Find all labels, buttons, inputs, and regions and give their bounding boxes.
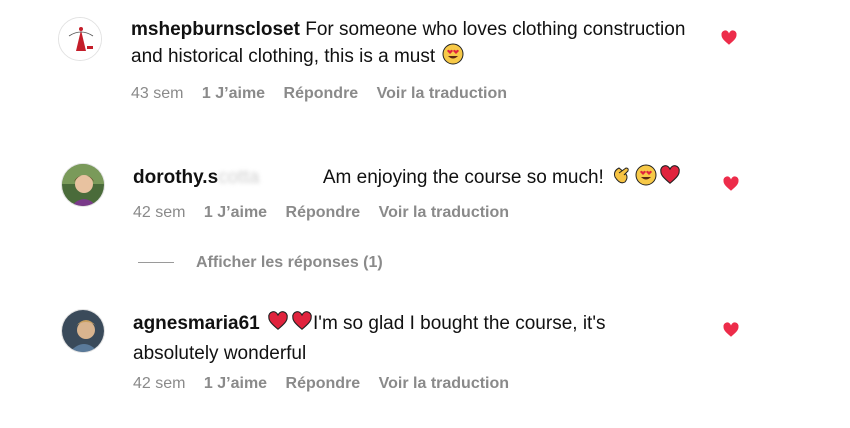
comment-body: mshepburnscloset For someone who loves c… xyxy=(131,16,691,73)
likes-count-button[interactable]: 1 J’aime xyxy=(202,85,265,102)
comment-username[interactable]: agnesmaria61 xyxy=(133,313,260,334)
comment-body: agnesmaria61 I'm so glad I bought the co… xyxy=(133,310,673,367)
comment-body: dorothy.scotta Am enjoying the course so… xyxy=(133,164,713,194)
avatar-logo-image xyxy=(59,18,101,60)
see-translation-button[interactable]: Voir la traduction xyxy=(379,204,509,221)
replies-divider-line xyxy=(138,262,174,264)
red-heart-emoji-icon xyxy=(291,310,313,340)
comment-username[interactable]: dorothy.s xyxy=(133,167,218,188)
avatar[interactable] xyxy=(58,17,102,61)
avatar-photo-image xyxy=(62,164,104,206)
comment-time: 43 sem xyxy=(131,85,184,102)
redacted-text: cotta xyxy=(218,167,260,188)
red-heart-emoji-icon xyxy=(267,310,289,340)
avatar-photo-image xyxy=(62,310,104,352)
heart-icon[interactable] xyxy=(722,321,740,339)
comment-meta: 42 sem 1 J’aime Répondre Voir la traduct… xyxy=(133,204,523,222)
likes-count-button[interactable]: 1 J’aime xyxy=(204,375,267,392)
show-replies-button[interactable]: Afficher les réponses (1) xyxy=(138,254,383,272)
clapping-hands-emoji-icon xyxy=(611,164,633,194)
comment-text: Am enjoying the course so much! xyxy=(322,167,604,188)
comment-time: 42 sem xyxy=(133,204,186,221)
heart-icon[interactable] xyxy=(720,29,738,47)
heart-eyes-emoji-icon xyxy=(442,43,464,73)
reply-button[interactable]: Répondre xyxy=(286,204,361,221)
avatar[interactable] xyxy=(61,163,105,207)
heart-icon[interactable] xyxy=(722,175,740,193)
avatar[interactable] xyxy=(61,309,105,353)
see-translation-button[interactable]: Voir la traduction xyxy=(377,85,507,102)
likes-count-button[interactable]: 1 J’aime xyxy=(204,204,267,221)
comment-time: 42 sem xyxy=(133,375,186,392)
comment-meta: 42 sem 1 J’aime Répondre Voir la traduct… xyxy=(133,375,523,393)
red-heart-emoji-icon xyxy=(659,164,681,194)
comment-username[interactable]: mshepburnscloset xyxy=(131,19,300,40)
show-replies-label: Afficher les réponses (1) xyxy=(196,254,383,271)
comment-meta: 43 sem 1 J’aime Répondre Voir la traduct… xyxy=(131,85,521,103)
heart-eyes-emoji-icon xyxy=(635,164,657,194)
reply-button[interactable]: Répondre xyxy=(286,375,361,392)
see-translation-button[interactable]: Voir la traduction xyxy=(379,375,509,392)
reply-button[interactable]: Répondre xyxy=(284,85,359,102)
